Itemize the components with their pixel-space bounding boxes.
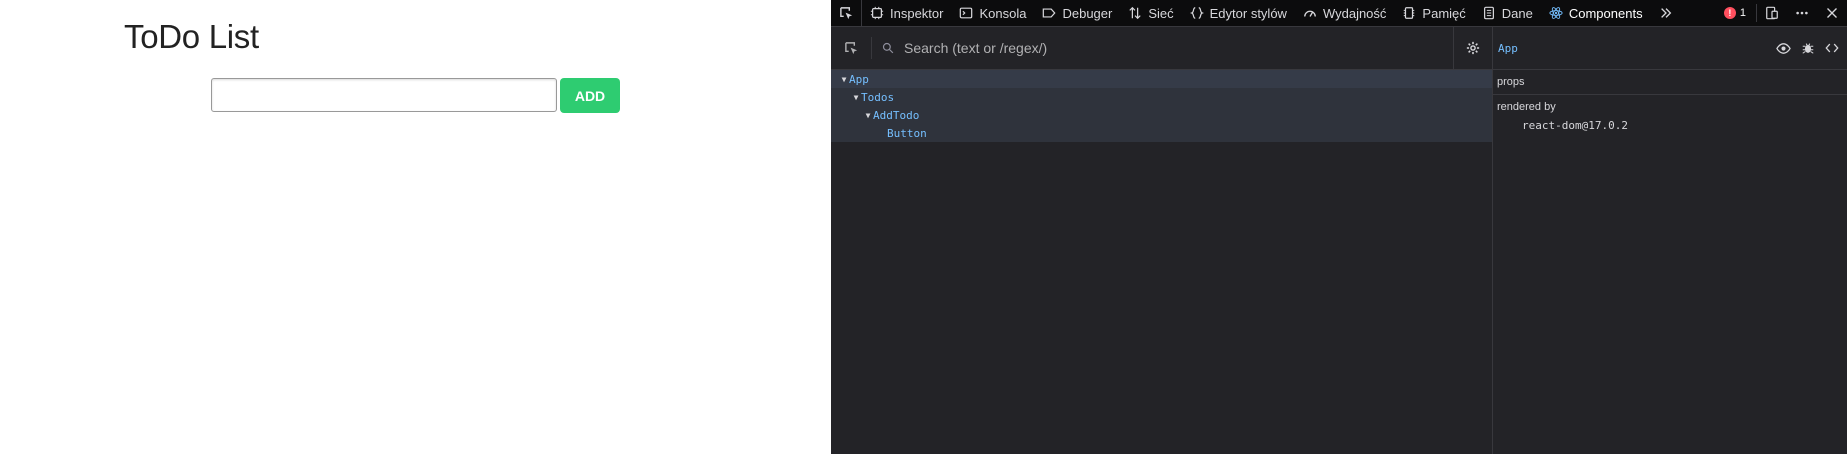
memory-icon	[1402, 6, 1416, 20]
page-title: ToDo List	[124, 18, 259, 55]
eye-icon[interactable]	[1776, 41, 1791, 56]
tab-label: Dane	[1501, 5, 1533, 21]
tab-label: Konsola	[979, 5, 1027, 21]
close-devtools-button[interactable]	[1817, 0, 1847, 26]
tab-label: Edytor stylów	[1209, 5, 1287, 21]
network-icon	[1128, 6, 1142, 20]
tree-node-label: Todos	[861, 90, 895, 104]
tab-siec[interactable]: Sieć	[1120, 0, 1181, 26]
rendered-by-section: rendered by react-dom@17.0.2	[1493, 95, 1847, 138]
settings-button[interactable]	[1453, 27, 1492, 69]
tab-inspektor[interactable]: Inspektor	[862, 0, 951, 26]
bug-icon[interactable]	[1801, 41, 1815, 55]
style-editor-icon	[1189, 6, 1204, 20]
picker-icon	[844, 41, 857, 54]
ellipsis-icon	[1796, 11, 1808, 15]
rendered-by-label: rendered by	[1497, 101, 1556, 113]
selected-component-name: App	[1498, 41, 1518, 55]
tree-node-button[interactable]: Button	[831, 124, 1492, 142]
inspector-icon	[870, 6, 884, 20]
tree-node-label: AddTodo	[873, 108, 920, 122]
todo-input[interactable]	[211, 78, 557, 112]
select-component-button[interactable]	[831, 27, 871, 69]
react-icon	[1549, 6, 1563, 20]
search-input[interactable]: Search (text or /regex/)	[872, 40, 1453, 56]
tree-node-label: App	[849, 72, 869, 86]
tab-konsola[interactable]: Konsola	[951, 0, 1034, 26]
chevron-double-right-icon	[1660, 8, 1671, 18]
tab-label: Pamięć	[1422, 5, 1466, 21]
component-search-bar: Search (text or /regex/)	[831, 27, 1492, 70]
search-placeholder: Search (text or /regex/)	[904, 40, 1048, 56]
tab-components[interactable]: Components	[1541, 0, 1651, 26]
responsive-design-icon	[1766, 6, 1778, 20]
picker-icon	[839, 6, 852, 19]
source-code-icon[interactable]	[1825, 41, 1839, 55]
performance-icon	[1303, 6, 1317, 20]
error-icon: !	[1723, 7, 1736, 19]
devtools-toolbar: Inspektor Konsola Debuger Sieć Edytor st…	[831, 0, 1847, 27]
tab-edytor-stylow[interactable]: Edytor stylów	[1182, 0, 1295, 26]
tree-node-label: Button	[887, 126, 927, 140]
props-section: props	[1493, 70, 1847, 95]
component-details-panel: App props rendered by react-dom@17.0.2	[1493, 27, 1847, 454]
tab-label: Sieć	[1148, 5, 1174, 21]
element-picker-button[interactable]	[831, 0, 862, 26]
devtools-panel: Inspektor Konsola Debuger Sieć Edytor st…	[831, 0, 1847, 454]
tab-debuger[interactable]: Debuger	[1034, 0, 1120, 26]
details-actions	[1776, 27, 1839, 69]
tab-pamiec[interactable]: Pamięć	[1394, 0, 1473, 26]
tree-node-app[interactable]: ▼ App	[831, 70, 1492, 88]
add-button[interactable]: ADD	[560, 78, 620, 113]
props-label: props	[1497, 76, 1525, 88]
tab-dane[interactable]: Dane	[1474, 0, 1541, 26]
error-count-badge[interactable]: ! 1	[1714, 7, 1756, 19]
details-header: App	[1493, 27, 1847, 70]
more-tabs-button[interactable]	[1651, 0, 1681, 26]
expand-arrow-icon[interactable]: ▼	[839, 75, 849, 84]
search-icon	[882, 42, 894, 54]
debugger-icon	[1042, 6, 1056, 20]
close-icon	[1827, 8, 1837, 18]
responsive-design-button[interactable]	[1757, 0, 1787, 26]
tree-node-addtodo[interactable]: ▼ AddTodo	[831, 106, 1492, 124]
console-icon	[959, 6, 973, 20]
storage-icon	[1482, 6, 1496, 20]
renderer-version: react-dom@17.0.2	[1522, 119, 1628, 132]
tab-label: Inspektor	[890, 5, 944, 21]
tab-wydajnosc[interactable]: Wydajność	[1295, 0, 1394, 26]
tab-label: Debuger	[1062, 5, 1113, 21]
more-options-button[interactable]	[1787, 0, 1817, 26]
tab-label: Components	[1568, 5, 1643, 21]
gear-icon	[1466, 41, 1480, 55]
app-page: ToDo List ADD	[0, 0, 831, 454]
error-count: 1	[1739, 7, 1746, 19]
expand-arrow-icon[interactable]: ▼	[851, 93, 861, 102]
tab-label: Wydajność	[1322, 5, 1387, 21]
component-tree: ▼ App ▼ Todos ▼ AddTodo Button	[831, 70, 1492, 142]
component-tree-panel: Search (text or /regex/) ▼ App ▼ Todos ▼…	[831, 27, 1493, 454]
expand-arrow-icon[interactable]: ▼	[863, 111, 873, 120]
tree-node-todos[interactable]: ▼ Todos	[831, 88, 1492, 106]
toolbar-right: ! 1	[1714, 0, 1847, 26]
